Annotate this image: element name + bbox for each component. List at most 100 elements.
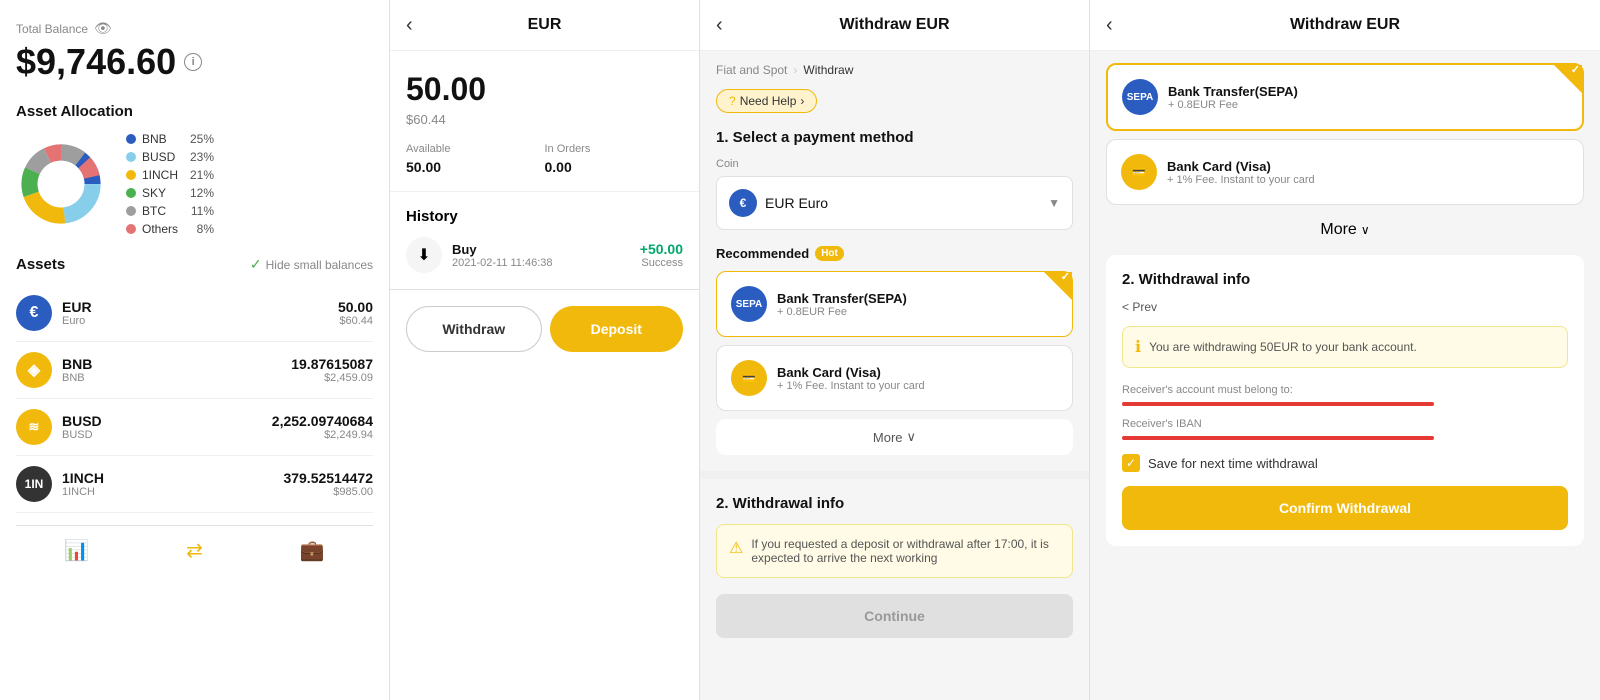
history-amount: +50.00 Success xyxy=(640,241,683,269)
asset-right-eur: 50.00 $60.44 xyxy=(338,299,373,327)
payment-card-sepa-inner: SEPA Bank Transfer(SEPA) + 0.8EUR Fee xyxy=(731,286,1058,322)
more-button[interactable]: More ∨ xyxy=(716,419,1073,455)
eur-usd-balance: $60.44 xyxy=(406,112,683,127)
asset-symbol-busd: BUSD xyxy=(62,413,102,429)
asset-name-1inch: 1INCH xyxy=(62,486,104,498)
sepa-fee: + 0.8EUR Fee xyxy=(777,306,907,318)
prev-link[interactable]: < Prev xyxy=(1122,300,1568,314)
sepa-name: Bank Transfer(SEPA) xyxy=(777,291,907,306)
asset-row-bnb[interactable]: ◈ BNB BNB 19.87615087 $2,459.09 xyxy=(16,342,373,399)
legend-item-busd: BUSD 23% xyxy=(126,150,214,164)
recommended-label: Recommended Hot xyxy=(716,246,1073,261)
warning-icon: ⚠ xyxy=(729,538,743,558)
asset-row-eur[interactable]: € EUR Euro 50.00 $60.44 xyxy=(16,285,373,342)
portfolio-panel: Total Balance 👁 $9,746.60 i Asset Alloca… xyxy=(0,0,390,700)
chevron-down-p4-icon: ∨ xyxy=(1361,223,1370,237)
asset-info-busd: BUSD BUSD xyxy=(62,413,102,441)
payment-card-sepa[interactable]: SEPA Bank Transfer(SEPA) + 0.8EUR Fee xyxy=(716,271,1073,337)
receiver-account-error-bar xyxy=(1122,402,1434,406)
asset-right-1inch: 379.52514472 $985.00 xyxy=(283,470,373,498)
eur-big-balance: 50.00 xyxy=(406,71,683,108)
visa-fee: + 1% Fee. Instant to your card xyxy=(777,380,925,392)
eye-icon[interactable]: 👁 xyxy=(94,20,112,37)
chart-icon: 📊 xyxy=(64,538,89,563)
history-value: +50.00 xyxy=(640,241,683,257)
step2-info-title: 2. Withdrawal info xyxy=(1122,271,1568,288)
chevron-down-icon: ▼ xyxy=(1048,196,1060,210)
asset-allocation-title: Asset Allocation xyxy=(16,103,373,120)
withdrawal-info-section: 2. Withdrawal info < Prev ℹ You are with… xyxy=(1106,255,1584,546)
save-label: Save for next time withdrawal xyxy=(1148,456,1318,471)
asset-amount-eur: 50.00 xyxy=(338,299,373,315)
legend-item-1inch: 1INCH 21% xyxy=(126,168,214,182)
visa-name: Bank Card (Visa) xyxy=(777,365,925,380)
in-orders-label: In Orders xyxy=(545,143,684,155)
asset-usd-bnb: $2,459.09 xyxy=(291,372,373,384)
asset-icon-eur: € xyxy=(16,295,52,331)
selected-coin: EUR Euro xyxy=(765,195,1040,211)
allocation-legend: BNB 25% BUSD 23% 1INCH 21% SKY 12% BTC xyxy=(126,132,214,236)
visa-option-icon: 💳 xyxy=(1121,154,1157,190)
asset-amount-bnb: 19.87615087 xyxy=(291,356,373,372)
deposit-button[interactable]: Deposit xyxy=(550,306,684,352)
save-checkbox[interactable]: ✓ xyxy=(1122,454,1140,472)
history-buy-icon: ⬇ xyxy=(406,237,442,273)
withdraw-button[interactable]: Withdraw xyxy=(406,306,542,352)
nav-chart[interactable]: 📊 xyxy=(64,538,89,563)
hide-small-balances[interactable]: ✓ Hide small balances xyxy=(250,256,373,273)
save-checkbox-row: ✓ Save for next time withdrawal xyxy=(1122,454,1568,472)
withdraw-eur-panel: ‹ Withdraw EUR Fiat and Spot › Withdraw … xyxy=(700,0,1090,700)
bottom-nav: 📊 ⇄ 💼 xyxy=(16,525,373,575)
selected-checkmark xyxy=(1044,272,1072,300)
wallet-icon: 💼 xyxy=(300,538,325,563)
selected-sepa-card[interactable]: SEPA Bank Transfer(SEPA) + 0.8EUR Fee xyxy=(1106,63,1584,131)
more-label-p4: More xyxy=(1320,221,1356,239)
balance-row: Available 50.00 In Orders 0.00 xyxy=(390,127,699,192)
need-help-button[interactable]: ? Need Help › xyxy=(716,89,817,113)
step1-title: 1. Select a payment method xyxy=(716,129,1073,146)
nav-wallet[interactable]: 💼 xyxy=(300,538,325,563)
payment-card-visa[interactable]: 💳 Bank Card (Visa) + 1% Fee. Instant to … xyxy=(716,345,1073,411)
asset-info-eur: EUR Euro xyxy=(62,299,92,327)
confirm-withdrawal-button[interactable]: Confirm Withdrawal xyxy=(1122,486,1568,530)
asset-row-1inch[interactable]: 1IN 1INCH 1INCH 379.52514472 $985.00 xyxy=(16,456,373,513)
panel3-title: Withdraw EUR xyxy=(839,16,949,34)
total-balance-label: Total Balance 👁 xyxy=(16,20,373,37)
asset-allocation-chart: BNB 25% BUSD 23% 1INCH 21% SKY 12% BTC xyxy=(16,132,373,236)
withdraw-eur-detail-panel: ‹ Withdraw EUR SEPA Bank Transfer(SEPA) … xyxy=(1090,0,1600,700)
history-date: 2021-02-11 11:46:38 xyxy=(452,257,630,269)
panel4-header: ‹ Withdraw EUR xyxy=(1090,0,1600,51)
asset-row-busd[interactable]: ≋ BUSD BUSD 2,252.09740684 $2,249.94 xyxy=(16,399,373,456)
transfer-icon: ⇄ xyxy=(186,538,203,563)
visa-option-fee: + 1% Fee. Instant to your card xyxy=(1167,174,1315,186)
panel2-title: EUR xyxy=(528,16,562,34)
in-orders-value: 0.00 xyxy=(545,159,684,175)
sepa-checkmark xyxy=(1554,65,1582,93)
asset-info-bnb: BNB BNB xyxy=(62,356,92,384)
assets-title: Assets xyxy=(16,256,65,273)
donut-chart-svg xyxy=(16,139,106,229)
available-value: 50.00 xyxy=(406,159,545,175)
asset-right-busd: 2,252.09740684 $2,249.94 xyxy=(272,413,373,441)
asset-left-1inch: 1IN 1INCH 1INCH xyxy=(16,466,104,502)
info-icon[interactable]: i xyxy=(184,53,202,71)
receiver-iban-label: Receiver's IBAN xyxy=(1122,418,1568,430)
more-button-p4[interactable]: More ∨ xyxy=(1106,213,1584,247)
withdraw-content: Fiat and Spot › Withdraw ? Need Help › 1… xyxy=(700,51,1089,650)
asset-left-bnb: ◈ BNB BNB xyxy=(16,352,92,388)
sepa-selected-info: Bank Transfer(SEPA) + 0.8EUR Fee xyxy=(1168,84,1298,111)
continue-button[interactable]: Continue xyxy=(716,594,1073,638)
withdrawing-notice-text: You are withdrawing 50EUR to your bank a… xyxy=(1149,340,1417,354)
history-title: History xyxy=(406,208,683,225)
legend-item-bnb: BNB 25% xyxy=(126,132,214,146)
history-info: Buy 2021-02-11 11:46:38 xyxy=(452,242,630,269)
asset-icon-bnb: ◈ xyxy=(16,352,52,388)
panel2-back-button[interactable]: ‹ xyxy=(406,14,413,37)
bank-card-option[interactable]: 💳 Bank Card (Visa) + 1% Fee. Instant to … xyxy=(1106,139,1584,205)
panel4-back-button[interactable]: ‹ xyxy=(1106,14,1113,37)
panel2-footer: Withdraw Deposit xyxy=(390,289,699,368)
withdrawing-notice: ℹ You are withdrawing 50EUR to your bank… xyxy=(1122,326,1568,368)
panel3-back-button[interactable]: ‹ xyxy=(716,14,723,37)
coin-select-dropdown[interactable]: € EUR Euro ▼ xyxy=(716,176,1073,230)
nav-transfer[interactable]: ⇄ xyxy=(186,538,203,563)
